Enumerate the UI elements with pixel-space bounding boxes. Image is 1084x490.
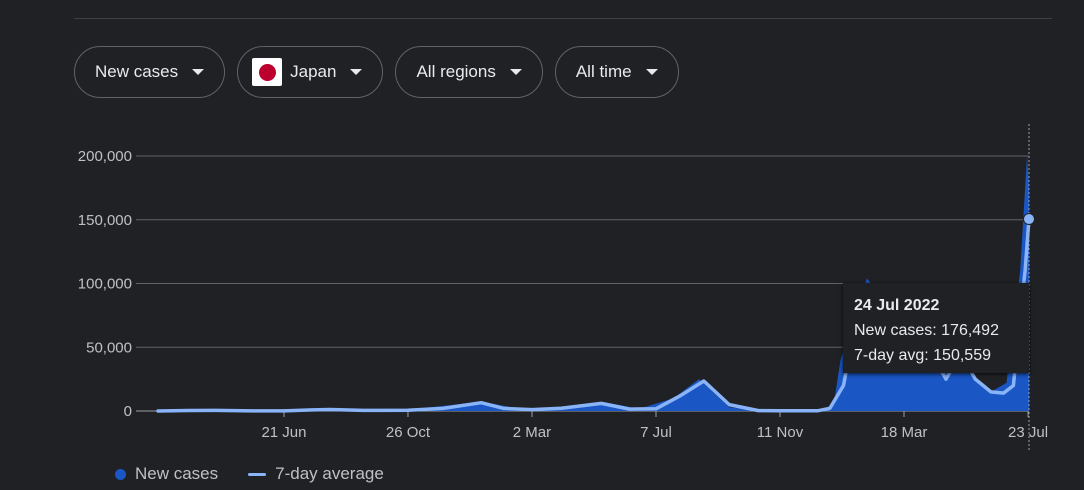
x-tick-label: 21 Jun (261, 424, 306, 441)
tooltip-date: 24 Jul 2022 (854, 297, 940, 314)
hover-point (1023, 213, 1035, 226)
chart-legend: New cases 7-day average (115, 464, 384, 484)
y-tick-label: 150,000 (78, 212, 132, 229)
legend-avg-swatch (248, 472, 267, 476)
chart-tooltip: 24 Jul 2022 New cases: 176,492 7-day avg… (843, 283, 1029, 373)
legend-cases-label: New cases (135, 464, 219, 483)
y-tick-label: 50,000 (86, 339, 132, 356)
legend-avg-label: 7-day average (275, 464, 384, 483)
y-tick-label: 0 (124, 403, 132, 420)
legend-cases-swatch (115, 468, 126, 480)
x-tick-label: 7 Jul (640, 424, 672, 441)
y-tick-label: 200,000 (78, 148, 132, 165)
tooltip-avg: 7-day avg: 150,559 (854, 347, 991, 364)
y-tick-label: 100,000 (78, 276, 132, 293)
x-tick-label: 11 Nov (757, 424, 804, 441)
x-tick-label: 18 Mar (881, 424, 928, 441)
x-tick-label: 2 Mar (513, 424, 551, 441)
cases-chart[interactable]: 0 50,000 100,000 150,000 200,000 21 Jun 26 Oct… (0, 0, 1084, 490)
tooltip-new-cases: New cases: 176,492 (854, 322, 999, 339)
x-tick-label: 26 Oct (386, 424, 431, 441)
x-tick-label: 23 Jul (1008, 424, 1048, 441)
